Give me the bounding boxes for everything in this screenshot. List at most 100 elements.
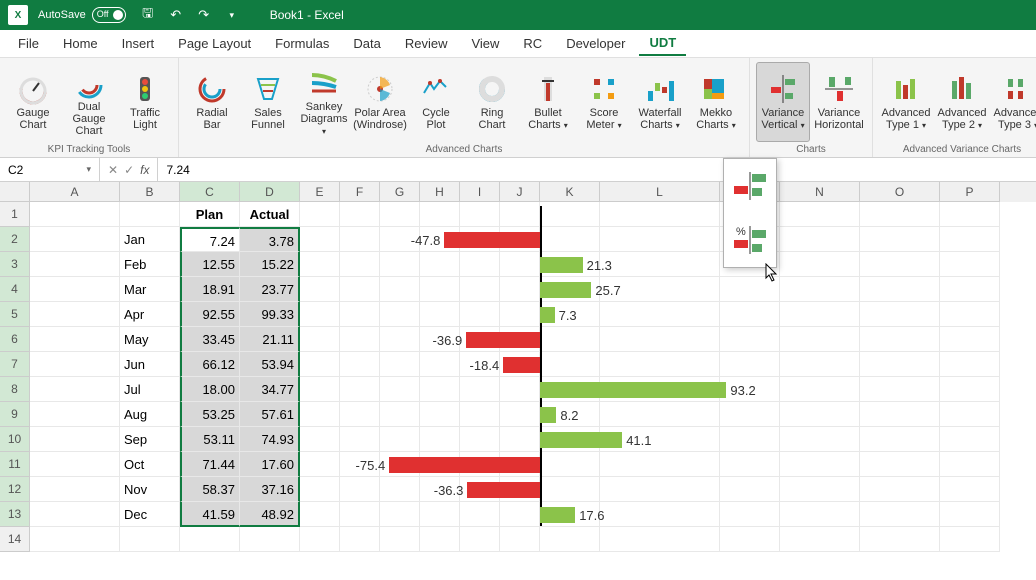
cell-O10[interactable] [860, 427, 940, 452]
cell-M9[interactable] [720, 402, 780, 427]
cell-K13[interactable] [540, 502, 600, 527]
cell-O5[interactable] [860, 302, 940, 327]
cell-D1[interactable]: Actual [240, 202, 300, 227]
cell-D14[interactable] [240, 527, 300, 552]
cell-M5[interactable] [720, 302, 780, 327]
cell-D9[interactable]: 57.61 [240, 402, 300, 427]
cell-C2[interactable]: 7.24 [180, 227, 240, 252]
cell-B2[interactable]: Jan [120, 227, 180, 252]
ribbon-btn-advanced-type-3[interactable]: AdvancedType 3 ▾ [991, 62, 1036, 142]
cell-O7[interactable] [860, 352, 940, 377]
cell-K7[interactable] [540, 352, 600, 377]
cell-E6[interactable] [300, 327, 340, 352]
cell-O8[interactable] [860, 377, 940, 402]
menu-tab-formulas[interactable]: Formulas [265, 32, 339, 55]
cell-N13[interactable] [780, 502, 860, 527]
cell-E11[interactable] [300, 452, 340, 477]
cell-L9[interactable] [600, 402, 720, 427]
row-header-2[interactable]: 2 [0, 227, 30, 252]
cell-I5[interactable] [460, 302, 500, 327]
cell-C6[interactable]: 33.45 [180, 327, 240, 352]
cell-F13[interactable] [340, 502, 380, 527]
cell-D11[interactable]: 17.60 [240, 452, 300, 477]
cell-K14[interactable] [540, 527, 600, 552]
cell-I3[interactable] [460, 252, 500, 277]
cell-C4[interactable]: 18.91 [180, 277, 240, 302]
enter-icon[interactable]: ✓ [124, 163, 134, 177]
menu-tab-insert[interactable]: Insert [112, 32, 165, 55]
cell-G12[interactable] [380, 477, 420, 502]
cell-H4[interactable] [420, 277, 460, 302]
cell-J7[interactable] [500, 352, 540, 377]
undo-icon[interactable]: ↶ [168, 7, 184, 23]
cell-O6[interactable] [860, 327, 940, 352]
cell-I10[interactable] [460, 427, 500, 452]
cell-N7[interactable] [780, 352, 860, 377]
ribbon-btn-advanced-type-2[interactable]: AdvancedType 2 ▾ [935, 62, 989, 142]
cell-H5[interactable] [420, 302, 460, 327]
cell-D2[interactable]: 3.78 [240, 227, 300, 252]
cell-H11[interactable] [420, 452, 460, 477]
cell-P10[interactable] [940, 427, 1000, 452]
cell-B9[interactable]: Aug [120, 402, 180, 427]
cell-H1[interactable] [420, 202, 460, 227]
cell-J6[interactable] [500, 327, 540, 352]
cell-I6[interactable] [460, 327, 500, 352]
row-header-4[interactable]: 4 [0, 277, 30, 302]
ribbon-btn-traffic-light[interactable]: TrafficLight [118, 62, 172, 142]
cell-A4[interactable] [30, 277, 120, 302]
cell-F7[interactable] [340, 352, 380, 377]
ribbon-btn-variance-vertical[interactable]: VarianceVertical ▾ [756, 62, 810, 142]
ribbon-btn-ring-chart[interactable]: RingChart [465, 62, 519, 142]
column-header-F[interactable]: F [340, 182, 380, 202]
cell-L1[interactable] [600, 202, 720, 227]
redo-icon[interactable]: ↷ [196, 7, 212, 23]
cell-H7[interactable] [420, 352, 460, 377]
row-header-14[interactable]: 14 [0, 527, 30, 552]
row-header-10[interactable]: 10 [0, 427, 30, 452]
cell-B1[interactable] [120, 202, 180, 227]
cell-M7[interactable] [720, 352, 780, 377]
menu-tab-page-layout[interactable]: Page Layout [168, 32, 261, 55]
cell-A11[interactable] [30, 452, 120, 477]
cell-A12[interactable] [30, 477, 120, 502]
cell-K5[interactable] [540, 302, 600, 327]
cell-G7[interactable] [380, 352, 420, 377]
menu-tab-file[interactable]: File [8, 32, 49, 55]
cell-F10[interactable] [340, 427, 380, 452]
cell-P1[interactable] [940, 202, 1000, 227]
cell-O4[interactable] [860, 277, 940, 302]
cell-O2[interactable] [860, 227, 940, 252]
cell-D4[interactable]: 23.77 [240, 277, 300, 302]
cell-G10[interactable] [380, 427, 420, 452]
cell-E8[interactable] [300, 377, 340, 402]
cell-G2[interactable] [380, 227, 420, 252]
cell-D10[interactable]: 74.93 [240, 427, 300, 452]
ribbon-btn-variance-horizontal[interactable]: VarianceHorizontal [812, 62, 866, 142]
cell-G5[interactable] [380, 302, 420, 327]
cell-P7[interactable] [940, 352, 1000, 377]
name-box[interactable]: C2 ▾ [0, 158, 100, 181]
cell-A8[interactable] [30, 377, 120, 402]
cell-H13[interactable] [420, 502, 460, 527]
cell-K11[interactable] [540, 452, 600, 477]
cell-H3[interactable] [420, 252, 460, 277]
row-header-9[interactable]: 9 [0, 402, 30, 427]
cell-N12[interactable] [780, 477, 860, 502]
cell-H12[interactable] [420, 477, 460, 502]
cell-A3[interactable] [30, 252, 120, 277]
cell-D12[interactable]: 37.16 [240, 477, 300, 502]
cell-E1[interactable] [300, 202, 340, 227]
cell-L8[interactable] [600, 377, 720, 402]
cell-P13[interactable] [940, 502, 1000, 527]
cell-N2[interactable] [780, 227, 860, 252]
cell-G6[interactable] [380, 327, 420, 352]
cell-A1[interactable] [30, 202, 120, 227]
cell-B5[interactable]: Apr [120, 302, 180, 327]
cell-N6[interactable] [780, 327, 860, 352]
cell-C13[interactable]: 41.59 [180, 502, 240, 527]
cell-J1[interactable] [500, 202, 540, 227]
cell-L6[interactable] [600, 327, 720, 352]
ribbon-btn-dual-gauge-chart[interactable]: Dual GaugeChart [62, 62, 116, 142]
cell-E3[interactable] [300, 252, 340, 277]
